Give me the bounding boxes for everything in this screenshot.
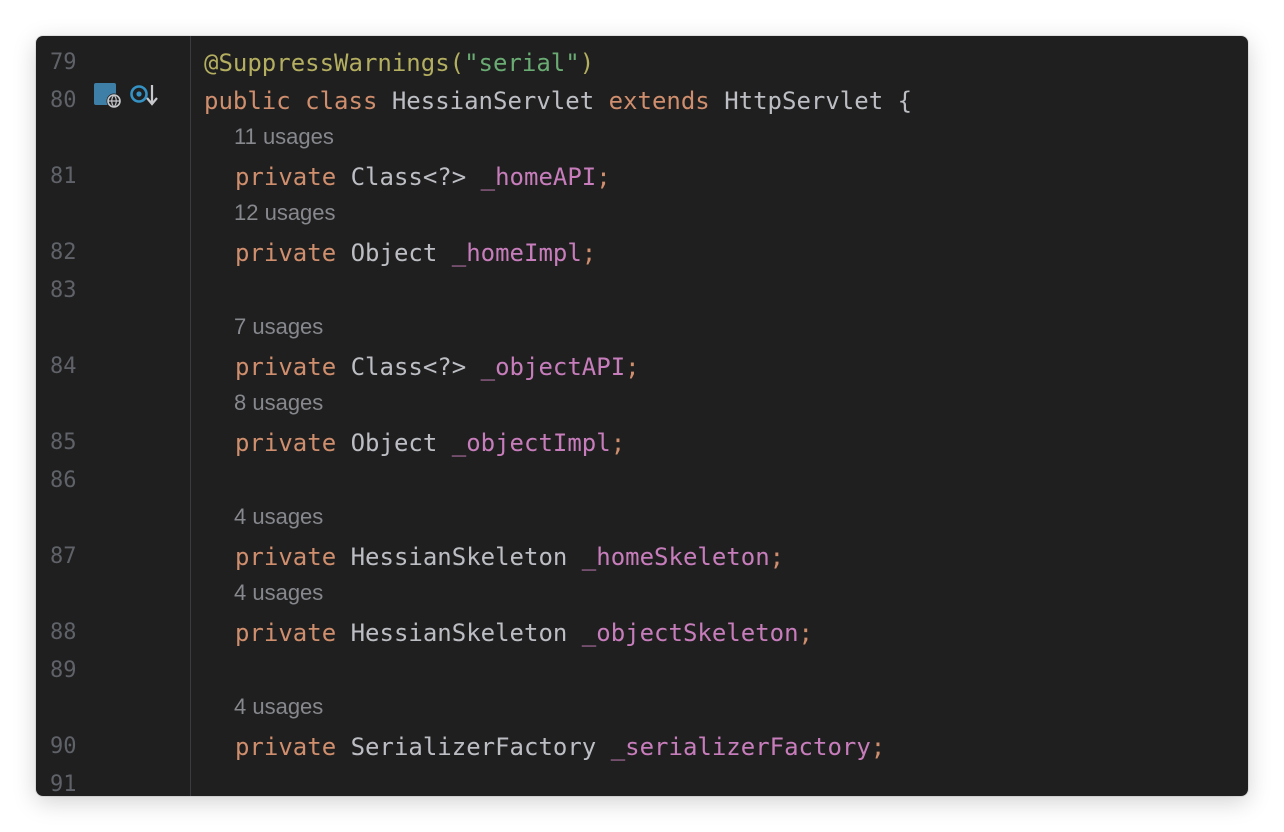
line-number: 89 [50,658,77,683]
usages-hint[interactable]: 4 usages [234,496,323,534]
usages-hint[interactable]: 12 usages [234,192,336,230]
code-line[interactable]: 89 [36,648,1248,686]
line-number: 82 [50,240,77,265]
usages-hint-row: 4 usages [36,496,1248,534]
code-line[interactable]: 83 [36,268,1248,306]
code-line[interactable]: 79 @SuppressWarnings("serial") [36,40,1248,78]
line-number: 79 [50,50,77,75]
code-text: private SerializerFactory _serializerFac… [235,733,886,761]
code-line[interactable]: 87 private HessianSkeleton _homeSkeleton… [36,534,1248,572]
line-number: 80 [50,88,77,113]
usages-hint[interactable]: 8 usages [234,382,323,420]
code-text: private HessianSkeleton _objectSkeleton; [235,619,813,647]
code-text: private Object _homeImpl; [235,239,597,267]
code-text: private Object _objectImpl; [235,429,626,457]
usages-hint[interactable]: 4 usages [234,572,323,610]
line-number: 83 [50,278,77,303]
usages-hint[interactable]: 4 usages [234,686,323,724]
code-text: private HessianSkeleton _homeSkeleton; [235,543,785,571]
code-line[interactable]: 82 private Object _homeImpl; [36,230,1248,268]
line-number: 91 [50,772,77,796]
code-line[interactable]: 85 private Object _objectImpl; [36,420,1248,458]
code-line[interactable]: 86 [36,458,1248,496]
usages-hint[interactable]: 11 usages [234,116,334,154]
code-text: public class HessianServlet extends Http… [204,87,913,115]
code-line[interactable]: 81 private Class<?> _homeAPI; [36,154,1248,192]
usages-hint[interactable]: 7 usages [234,306,323,344]
code-line[interactable]: 80 public class HessianServlet extends H… [36,78,1248,116]
line-number: 86 [50,468,77,493]
code-text: @SuppressWarnings("serial") [204,49,595,77]
code-line[interactable]: 91 [36,762,1248,796]
line-number: 84 [50,354,77,379]
code-text: private Class<?> _objectAPI; [235,353,640,381]
line-number: 90 [50,734,77,759]
usages-hint-row: 8 usages [36,382,1248,420]
usages-hint-row: 12 usages [36,192,1248,230]
code-editor[interactable]: 79 @SuppressWarnings("serial") 80 public… [36,36,1248,796]
usages-hint-row: 7 usages [36,306,1248,344]
line-number: 85 [50,430,77,455]
line-number: 87 [50,544,77,569]
usages-hint-row: 4 usages [36,572,1248,610]
code-line[interactable]: 88 private HessianSkeleton _objectSkelet… [36,610,1248,648]
code-text: private Class<?> _homeAPI; [235,163,611,191]
line-number: 88 [50,620,77,645]
usages-hint-row: 11 usages [36,116,1248,154]
line-number: 81 [50,164,77,189]
usages-hint-row: 4 usages [36,686,1248,724]
code-line[interactable]: 84 private Class<?> _objectAPI; [36,344,1248,382]
code-line[interactable]: 90 private SerializerFactory _serializer… [36,724,1248,762]
